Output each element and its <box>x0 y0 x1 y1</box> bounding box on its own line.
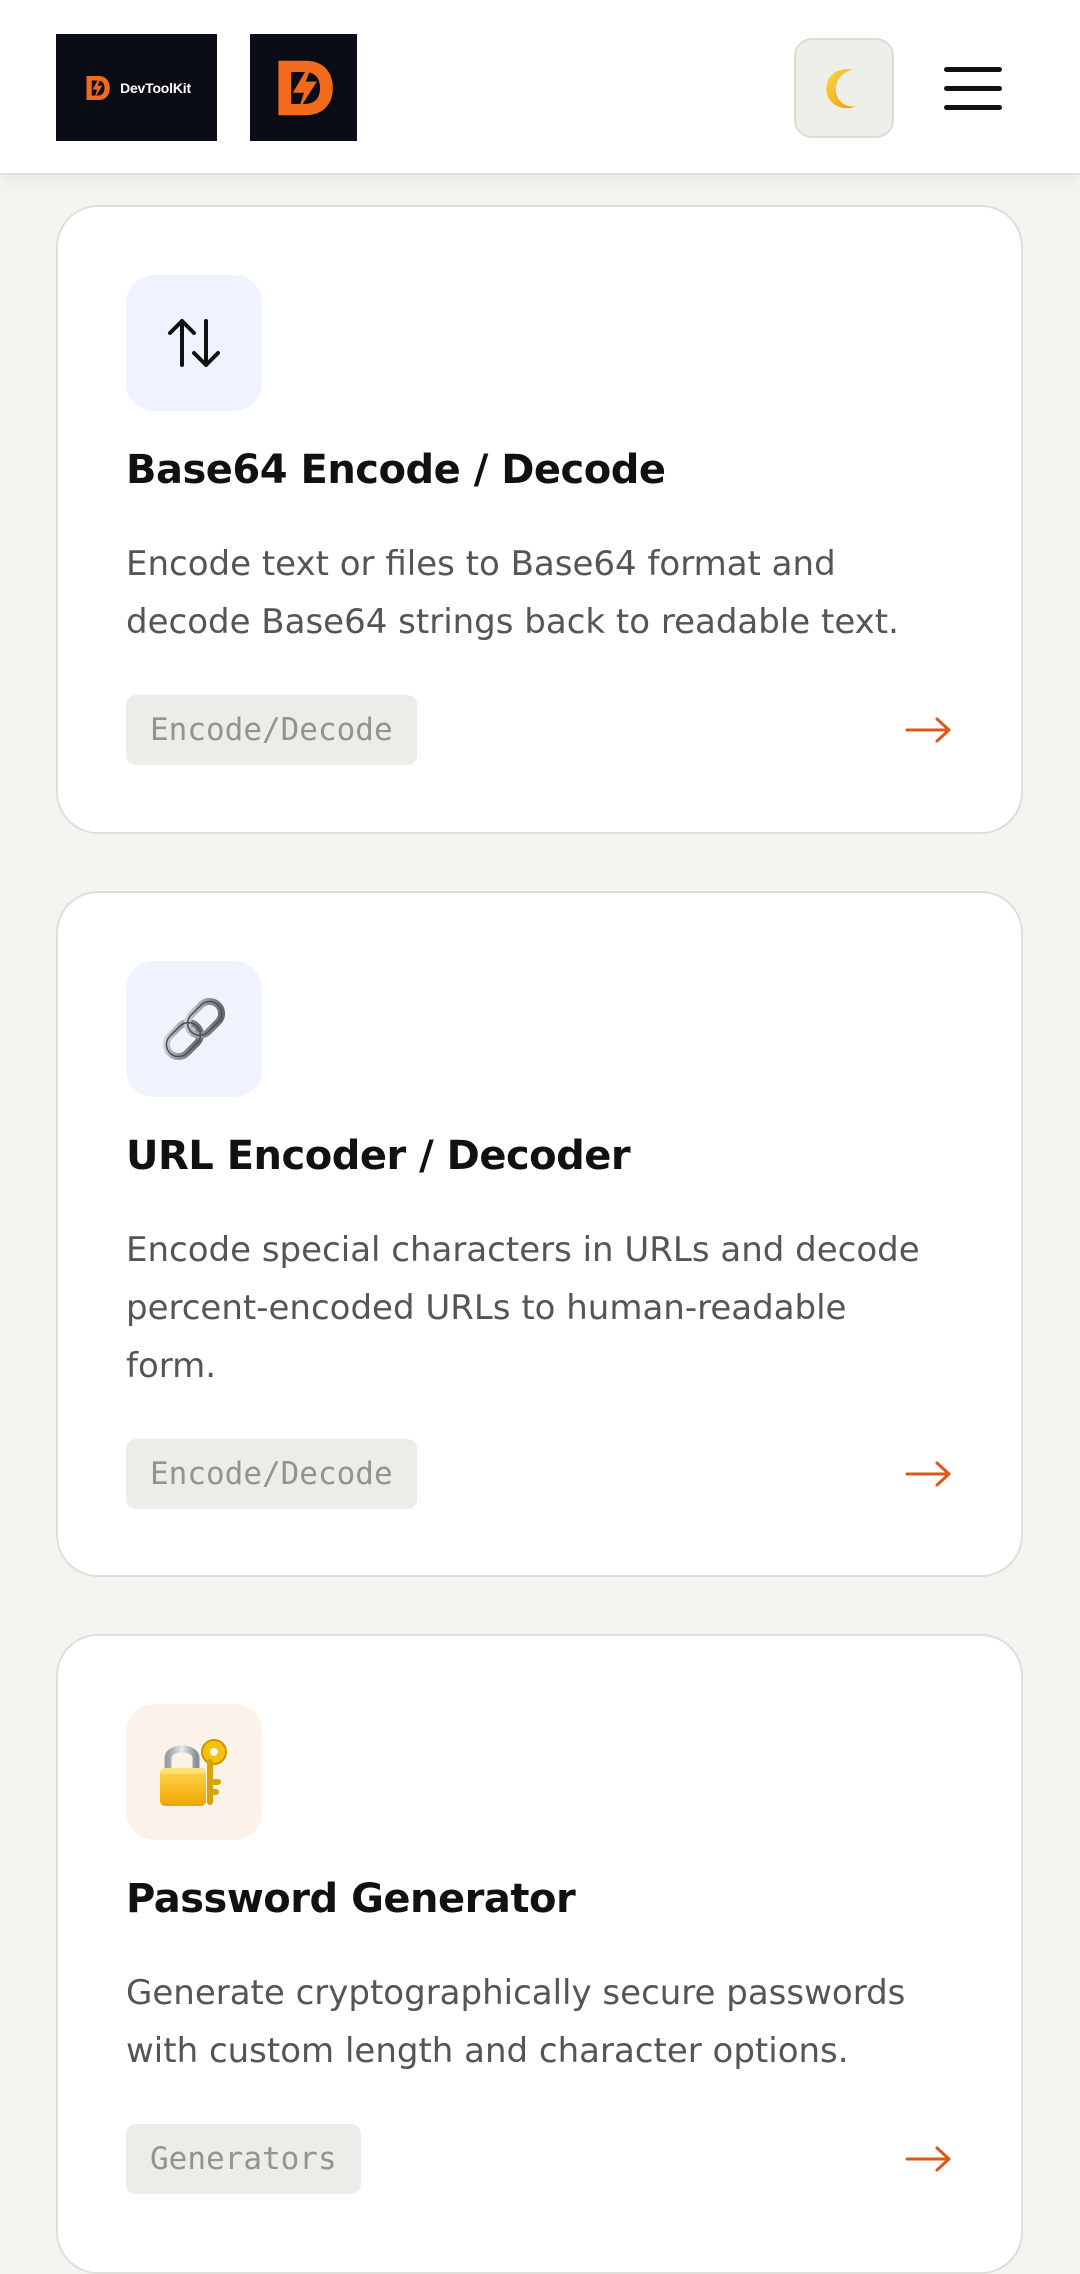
tool-card-password-generator[interactable]: Password Generator Generate cryptographi… <box>56 1634 1023 2274</box>
logo-text: DevToolKit <box>120 79 191 96</box>
hamburger-icon <box>944 66 1002 72</box>
card-icon-container <box>126 961 262 1097</box>
site-header: DevToolKit <box>0 0 1080 175</box>
lightning-d-logo-icon <box>86 75 110 100</box>
arrow-right-icon[interactable] <box>905 2144 953 2174</box>
category-tag: Generators <box>126 2124 361 2194</box>
moon-icon <box>826 69 856 109</box>
card-description: Generate cryptographically secure passwo… <box>126 1973 906 2071</box>
theme-toggle-button[interactable] <box>794 38 894 138</box>
card-description: Encode special characters in URLs and de… <box>126 1230 920 1386</box>
card-title: Password Generator <box>126 1876 576 1922</box>
link-icon <box>162 997 226 1061</box>
arrow-right-icon[interactable] <box>905 715 953 745</box>
lock-key-icon <box>160 1739 227 1806</box>
card-title: URL Encoder / Decoder <box>126 1133 631 1179</box>
arrow-right-icon[interactable] <box>905 1459 953 1489</box>
devtoolkit-mark-logo[interactable] <box>250 34 357 141</box>
category-tag: Encode/Decode <box>126 695 417 765</box>
devtoolkit-logo[interactable]: DevToolKit <box>56 34 217 141</box>
tool-card-url-encoder[interactable]: URL Encoder / Decoder Encode special cha… <box>56 891 1023 1577</box>
hamburger-menu-button[interactable] <box>935 48 1011 128</box>
up-down-arrows-icon <box>168 319 220 367</box>
lightning-d-logo-icon <box>277 60 333 115</box>
card-icon-container <box>126 275 262 411</box>
category-tag: Encode/Decode <box>126 1439 417 1509</box>
card-title: Base64 Encode / Decode <box>126 447 666 493</box>
hamburger-line <box>944 104 1002 110</box>
card-description: Encode text or files to Base64 format an… <box>126 544 899 642</box>
hamburger-line <box>944 85 1002 91</box>
card-icon-container <box>126 1704 262 1840</box>
tool-card-base64[interactable]: Base64 Encode / Decode Encode text or fi… <box>56 205 1023 834</box>
